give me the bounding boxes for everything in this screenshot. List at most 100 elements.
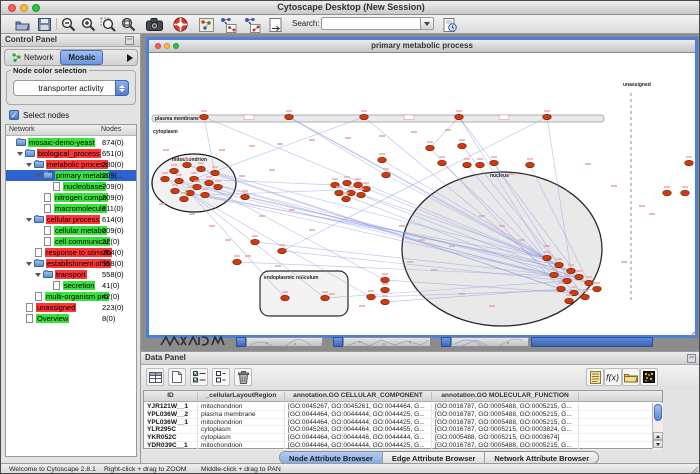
expand-triangle-icon[interactable] (26, 218, 32, 222)
network-node[interactable] (438, 160, 447, 165)
network-node[interactable] (463, 162, 472, 167)
tab-mosaic[interactable]: Mosaic (60, 50, 103, 65)
table-scrollbar[interactable] (652, 403, 663, 449)
network-node[interactable] (455, 114, 464, 119)
network-node[interactable] (183, 162, 192, 167)
network-node[interactable] (575, 274, 584, 279)
attribute-table-button[interactable] (146, 368, 164, 386)
tab-network[interactable]: Network (5, 50, 60, 65)
network-node[interactable] (585, 280, 594, 285)
column-header[interactable]: ID (144, 392, 198, 402)
attribute-matrix-button[interactable] (640, 368, 658, 386)
network-node[interactable] (565, 298, 574, 303)
tree-row[interactable]: mosaic-demo-yeast874(0) (6, 137, 136, 148)
network-node[interactable] (543, 255, 552, 260)
network-node[interactable] (681, 190, 690, 195)
expand-triangle-icon[interactable] (26, 262, 32, 266)
save-session-button[interactable] (35, 16, 53, 33)
network-canvas[interactable]: plasma membranecytoplasmmitochondrionnuc… (149, 53, 695, 335)
network-node[interactable] (567, 268, 576, 273)
column-header[interactable]: annotation.GO MOLECULAR_FUNCTION (432, 392, 579, 402)
vizmapper-button[interactable] (197, 16, 215, 33)
network-node[interactable] (241, 194, 250, 199)
network-node[interactable] (367, 294, 376, 299)
tree-row[interactable]: metabolic process280(0) (6, 159, 136, 170)
help-button[interactable] (171, 16, 189, 33)
network-node[interactable] (381, 277, 390, 282)
zoom-out-button[interactable] (59, 16, 77, 33)
network-node[interactable] (233, 259, 242, 264)
minimized-window-bar[interactable] (343, 337, 431, 347)
function-builder-button[interactable]: f(x) (604, 368, 622, 386)
expand-triangle-icon[interactable] (35, 174, 41, 178)
network-node[interactable] (381, 287, 390, 292)
network-node[interactable] (593, 286, 602, 291)
scrollbar-thumb[interactable] (654, 404, 662, 421)
delete-attribute-button[interactable] (234, 368, 252, 386)
tree-row[interactable]: cellular process614(0) (6, 214, 136, 225)
minimized-window-icon[interactable] (441, 337, 451, 347)
tree-row[interactable]: cellular metabo209(0) (6, 225, 136, 236)
network-node[interactable] (175, 178, 184, 183)
network-node[interactable] (200, 114, 209, 119)
network-node[interactable] (526, 162, 535, 167)
column-header[interactable]: _cellularLayoutRegion (198, 392, 285, 402)
expand-triangle-icon[interactable] (35, 273, 41, 277)
zoom-selected-button[interactable] (99, 16, 117, 33)
network-node[interactable] (278, 248, 287, 253)
network-node[interactable] (285, 114, 294, 119)
network-node[interactable] (543, 114, 552, 119)
network-node[interactable] (426, 145, 435, 150)
import-attributes-button[interactable] (622, 368, 640, 386)
network-node[interactable] (171, 188, 180, 193)
table-row[interactable]: YPL036W__2plasma membrane[GO:0044464, GO… (144, 411, 662, 419)
table-row[interactable]: YDR039C__1mitochondrion[GO:0044464, GO:0… (144, 442, 662, 450)
scroll-down-button[interactable] (653, 440, 663, 448)
tree-row[interactable]: unassigned223(0) (6, 302, 136, 313)
unselect-attributes-button[interactable] (212, 368, 230, 386)
network-node[interactable] (378, 157, 387, 162)
app-resize-grip[interactable] (688, 465, 699, 474)
minimized-window-bar[interactable] (246, 337, 323, 347)
network-node[interactable] (205, 180, 214, 185)
more-tabs-icon[interactable] (127, 54, 133, 62)
select-attributes-button[interactable] (190, 368, 208, 386)
network-node[interactable] (382, 172, 391, 177)
new-attribute-button[interactable] (168, 368, 186, 386)
zoom-fit-button[interactable] (119, 16, 137, 33)
network-node[interactable] (193, 184, 202, 189)
scroll-up-button[interactable] (653, 432, 663, 440)
session-history-button[interactable] (441, 16, 459, 33)
table-row[interactable]: YKR052Ccytoplasm[GO:0044464, GO:0044446,… (144, 434, 662, 442)
network-node[interactable] (555, 262, 564, 267)
network-node[interactable] (170, 168, 179, 173)
tab-network-attribute-browser[interactable]: Network Attribute Browser (485, 452, 598, 463)
tree-row[interactable]: nucleobase-209(0) (6, 181, 136, 192)
network-node[interactable] (343, 180, 352, 185)
tree-row[interactable]: transport558(0) (6, 269, 136, 280)
network-node[interactable] (557, 286, 566, 291)
table-row[interactable]: YJR121W__1mitochondrion[GO:0045267, GO:0… (144, 403, 662, 411)
tree-row[interactable]: nitrogen compo209(0) (6, 192, 136, 203)
network-node[interactable] (581, 294, 590, 299)
network-node[interactable] (357, 192, 366, 197)
network-node[interactable] (354, 182, 363, 187)
network-node[interactable] (281, 295, 290, 300)
tab-node-attribute-browser[interactable]: Node Attribute Browser (280, 452, 383, 463)
network-node[interactable] (335, 190, 344, 195)
network-node[interactable] (161, 176, 170, 181)
select-nodes-checkbox[interactable]: ✓ (9, 110, 19, 120)
network-node[interactable] (251, 239, 260, 244)
minimized-window-icon[interactable] (333, 337, 343, 347)
network-node[interactable] (476, 162, 485, 167)
minimized-window-icon[interactable] (236, 337, 246, 347)
network-node[interactable] (214, 184, 223, 189)
zoom-in-button[interactable] (79, 16, 97, 33)
network-node[interactable] (685, 160, 694, 165)
tree-row[interactable]: macromolecule311(0) (6, 203, 136, 214)
network-view-window[interactable]: primary metabolic process plasma membran… (146, 37, 698, 338)
network-node[interactable] (663, 190, 672, 195)
tree-row[interactable]: secretion41(0) (6, 280, 136, 291)
network-node[interactable] (342, 196, 351, 201)
float-panel-icon[interactable] (125, 36, 134, 45)
